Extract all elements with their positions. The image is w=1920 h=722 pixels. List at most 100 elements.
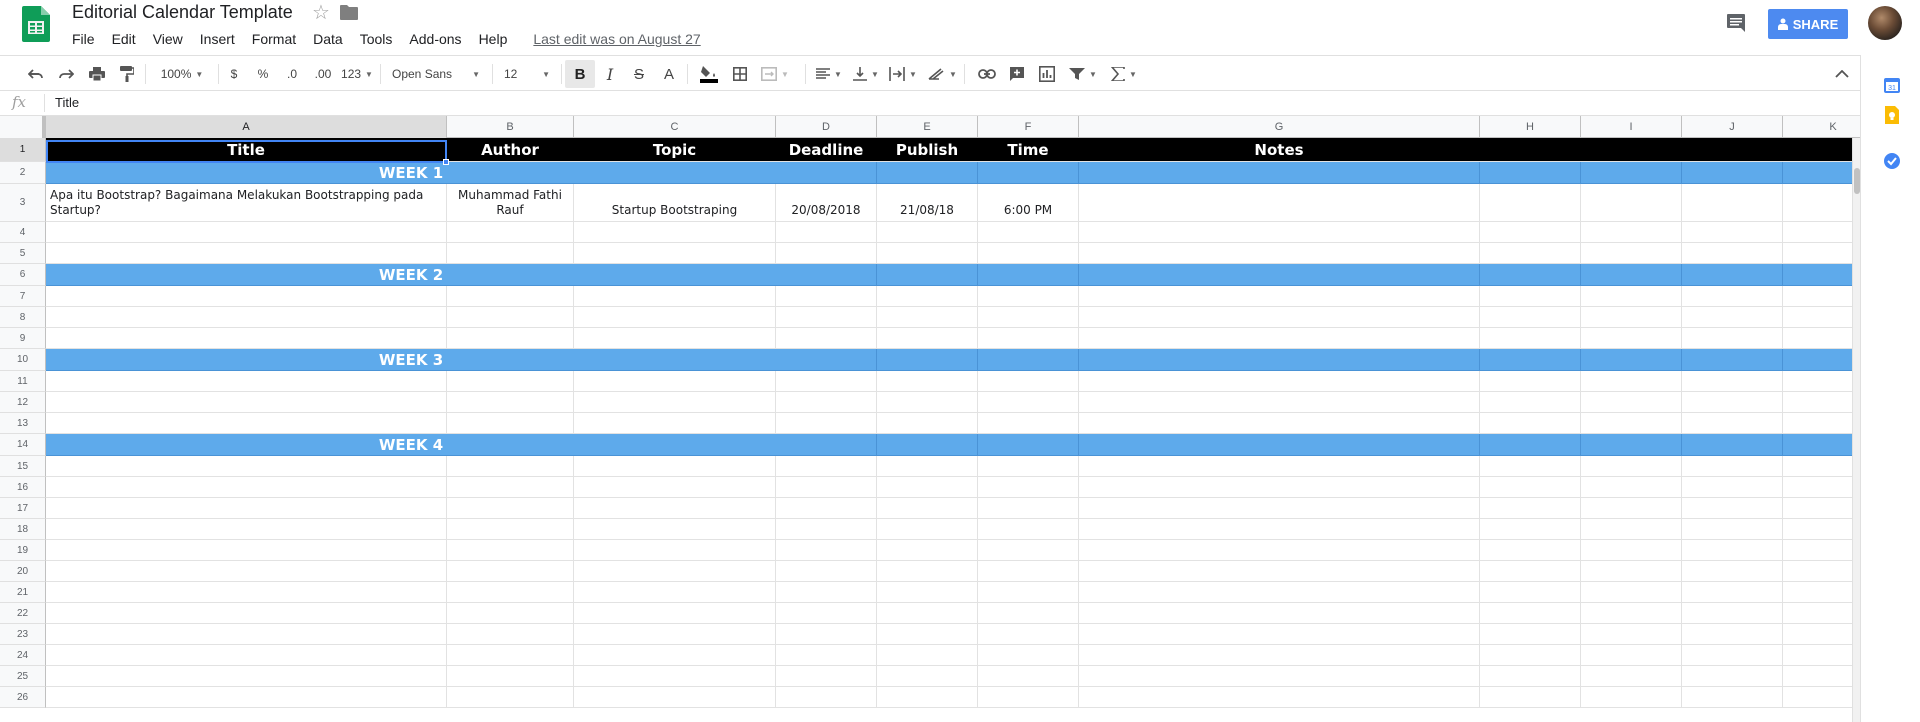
week-cell[interactable] (776, 162, 877, 183)
week-cell[interactable] (1079, 162, 1480, 183)
cell-f25[interactable] (978, 666, 1079, 686)
cell-e18[interactable] (877, 519, 978, 539)
cell-j19[interactable] (1682, 540, 1783, 560)
cell-h13[interactable] (1480, 413, 1581, 433)
column-header-j[interactable]: J (1682, 116, 1783, 138)
cell-c13[interactable] (574, 413, 776, 433)
cell-j11[interactable] (1682, 371, 1783, 391)
share-button[interactable]: SHARE (1768, 9, 1848, 39)
cell-h18[interactable] (1480, 519, 1581, 539)
avatar[interactable] (1868, 6, 1902, 40)
cell-a5[interactable] (46, 243, 447, 263)
cell-b15[interactable] (447, 456, 574, 476)
sheets-logo-icon[interactable] (22, 6, 50, 42)
cell-f16[interactable] (978, 477, 1079, 497)
cell-c22[interactable] (574, 603, 776, 623)
cell-b24[interactable] (447, 645, 574, 665)
cell-e8[interactable] (877, 307, 978, 327)
link-icon[interactable] (975, 56, 999, 92)
cell-f15[interactable] (978, 456, 1079, 476)
undo-icon[interactable] (24, 56, 48, 92)
row-header-19[interactable]: 19 (0, 540, 46, 561)
cell-d26[interactable] (776, 687, 877, 707)
cell-e13[interactable] (877, 413, 978, 433)
row-header-5[interactable]: 5 (0, 243, 46, 264)
cell-b25[interactable] (447, 666, 574, 686)
week-cell[interactable] (877, 434, 978, 455)
cell-g16[interactable] (1079, 477, 1480, 497)
last-edit-link[interactable]: Last edit was on August 27 (533, 31, 700, 47)
cell-g5[interactable] (1079, 243, 1480, 263)
week-cell[interactable] (1581, 434, 1682, 455)
cell-a15[interactable] (46, 456, 447, 476)
cell-j13[interactable] (1682, 413, 1783, 433)
cell-k13[interactable] (1783, 413, 1860, 433)
cell-i17[interactable] (1581, 498, 1682, 518)
cell-c18[interactable] (574, 519, 776, 539)
cell-j5[interactable] (1682, 243, 1783, 263)
cell-f13[interactable] (978, 413, 1079, 433)
cell-b3[interactable]: Muhammad Fathi Rauf (447, 184, 574, 221)
fill-color-icon[interactable] (696, 56, 722, 92)
column-header-a[interactable]: A (46, 116, 447, 138)
cell-g22[interactable] (1079, 603, 1480, 623)
menu-data[interactable]: Data (313, 31, 343, 47)
cell-k21[interactable] (1783, 582, 1860, 602)
cell-b20[interactable] (447, 561, 574, 581)
cell-h24[interactable] (1480, 645, 1581, 665)
keep-icon[interactable] (1883, 106, 1901, 124)
week-cell[interactable] (978, 162, 1079, 183)
cell-a26[interactable] (46, 687, 447, 707)
cell-d25[interactable] (776, 666, 877, 686)
paint-format-icon[interactable] (115, 56, 139, 92)
cell-f7[interactable] (978, 286, 1079, 306)
cell-h16[interactable] (1480, 477, 1581, 497)
cell-a13[interactable] (46, 413, 447, 433)
cell-e9[interactable] (877, 328, 978, 348)
redo-icon[interactable] (54, 56, 78, 92)
cell-h12[interactable] (1480, 392, 1581, 412)
cell-c21[interactable] (574, 582, 776, 602)
cell-k26[interactable] (1783, 687, 1860, 707)
week-cell[interactable] (776, 264, 877, 285)
cell-b16[interactable] (447, 477, 574, 497)
row-header-23[interactable]: 23 (0, 624, 46, 645)
row-header-13[interactable]: 13 (0, 413, 46, 434)
cell-d3[interactable]: 20/08/2018 (776, 184, 877, 221)
cell-g8[interactable] (1079, 307, 1480, 327)
fill-handle[interactable] (443, 159, 449, 165)
cell-k5[interactable] (1783, 243, 1860, 263)
cell-j23[interactable] (1682, 624, 1783, 644)
header-cell-title[interactable]: Title (46, 138, 447, 161)
row-header-2[interactable]: 2 (0, 162, 46, 184)
cell-k20[interactable] (1783, 561, 1860, 581)
cell-g20[interactable] (1079, 561, 1480, 581)
row-header-6[interactable]: 6 (0, 264, 46, 286)
column-header-c[interactable]: C (574, 116, 776, 138)
cell-i4[interactable] (1581, 222, 1682, 242)
currency-format-button[interactable]: $ (223, 56, 245, 92)
week-cell[interactable] (1480, 264, 1581, 285)
cell-d18[interactable] (776, 519, 877, 539)
cell-e26[interactable] (877, 687, 978, 707)
cell-g3[interactable] (1079, 184, 1480, 221)
menu-insert[interactable]: Insert (200, 31, 235, 47)
week-cell[interactable] (1581, 349, 1682, 370)
column-header-d[interactable]: D (776, 116, 877, 138)
row-header-22[interactable]: 22 (0, 603, 46, 624)
cell-e15[interactable] (877, 456, 978, 476)
row-header-8[interactable]: 8 (0, 307, 46, 328)
cell-i12[interactable] (1581, 392, 1682, 412)
cell-c11[interactable] (574, 371, 776, 391)
cell-i7[interactable] (1581, 286, 1682, 306)
cell-a4[interactable] (46, 222, 447, 242)
cell-k15[interactable] (1783, 456, 1860, 476)
cell-b12[interactable] (447, 392, 574, 412)
chart-icon[interactable] (1035, 56, 1059, 92)
cell-e19[interactable] (877, 540, 978, 560)
more-formats-button[interactable]: 123 ▼ (340, 56, 374, 92)
menu-tools[interactable]: Tools (360, 31, 393, 47)
week-label[interactable]: WEEK 3 (46, 349, 776, 370)
formula-input[interactable]: Title (55, 95, 79, 110)
cell-a17[interactable] (46, 498, 447, 518)
